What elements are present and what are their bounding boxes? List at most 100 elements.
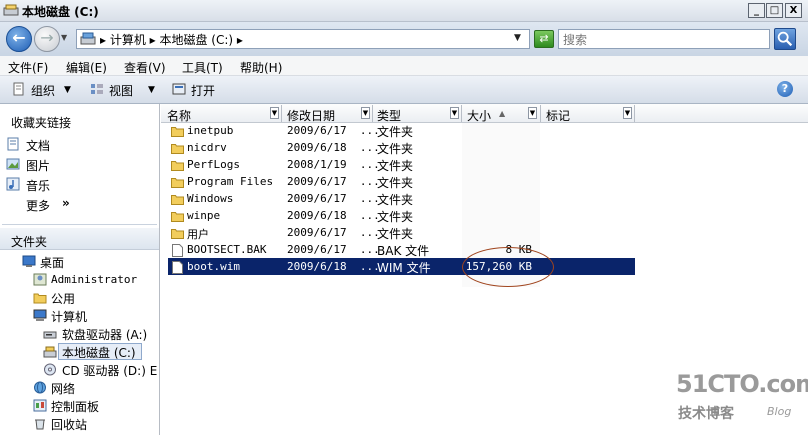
- chevron-down-icon[interactable]: ▼: [61, 33, 67, 42]
- file-name[interactable]: 用户: [187, 226, 209, 242]
- file-name[interactable]: PerfLogs: [187, 158, 240, 171]
- column-tags[interactable]: 标记: [546, 107, 570, 124]
- file-type: 文件夹: [377, 125, 414, 139]
- favorite-music[interactable]: 音乐: [26, 177, 50, 194]
- tree-network[interactable]: 网络: [51, 380, 75, 397]
- recycle-bin-icon: [35, 419, 45, 430]
- watermark-logo: 51CTO.com: [676, 370, 808, 398]
- file-name[interactable]: BOOTSECT.BAK: [187, 243, 266, 256]
- file-type: WIM 文件: [377, 261, 431, 275]
- column-separator[interactable]: [540, 105, 541, 122]
- organize-dropdown-icon[interactable]: ▼: [64, 85, 71, 95]
- close-button[interactable]: X: [785, 3, 802, 18]
- help-button[interactable]: ?: [777, 81, 793, 97]
- local-disk-icon: [43, 346, 57, 358]
- column-name-filter-icon[interactable]: ▼: [270, 107, 279, 119]
- menu-help[interactable]: 帮助(H): [240, 59, 282, 76]
- back-button[interactable]: ←: [6, 26, 32, 52]
- favorite-documents[interactable]: 文档: [26, 137, 50, 154]
- tree-cd-drive[interactable]: CD 驱动器 (D:) E: [62, 362, 157, 379]
- watermark-blog: Blog: [767, 405, 792, 418]
- computer-icon: [33, 309, 47, 321]
- column-separator[interactable]: [281, 105, 282, 122]
- tree-local-disk-c[interactable]: 本地磁盘 (C:): [62, 344, 136, 361]
- file-date: 2009/6/17 ...: [287, 175, 380, 188]
- column-tags-filter-icon[interactable]: ▼: [623, 107, 632, 119]
- column-size[interactable]: 大小: [467, 107, 491, 124]
- file-name[interactable]: Program Files: [187, 175, 273, 188]
- navigation-pane: [0, 104, 160, 435]
- organize-icon: [13, 82, 24, 96]
- column-separator[interactable]: [634, 105, 635, 122]
- floppy-drive-icon: [43, 331, 57, 339]
- window-title: 本地磁盘 (C:): [22, 5, 99, 19]
- sort-ascending-icon: ▲: [499, 109, 506, 118]
- menu-view[interactable]: 查看(V): [124, 59, 166, 76]
- file-name[interactable]: Windows: [187, 192, 233, 205]
- tree-desktop[interactable]: 桌面: [40, 254, 64, 271]
- documents-icon: [7, 137, 19, 151]
- address-path[interactable]: ▸ 计算机 ▸ 本地磁盘 (C:) ▸: [100, 31, 243, 48]
- column-separator[interactable]: [461, 105, 462, 122]
- music-icon: [6, 177, 20, 191]
- open-icon: [172, 83, 186, 95]
- column-name[interactable]: 名称: [167, 107, 191, 124]
- column-type-filter-icon[interactable]: ▼: [450, 107, 459, 119]
- file-icon: [172, 261, 183, 274]
- pane-divider: [2, 224, 157, 225]
- menu-tools[interactable]: 工具(T): [182, 59, 223, 76]
- maximize-button[interactable]: □: [766, 3, 783, 18]
- file-date: 2009/6/17 ...: [287, 124, 380, 137]
- column-date-filter-icon[interactable]: ▼: [361, 107, 370, 119]
- more-chevron-icon[interactable]: »: [62, 196, 70, 210]
- forward-button[interactable]: →: [34, 26, 60, 52]
- file-date: 2009/6/17 ...: [287, 243, 380, 256]
- minimize-button[interactable]: _: [748, 3, 765, 18]
- folder-icon: [171, 195, 184, 205]
- views-dropdown-icon[interactable]: ▼: [148, 85, 155, 95]
- file-type: 文件夹: [377, 227, 414, 241]
- file-name[interactable]: winpe: [187, 209, 220, 222]
- tree-control-panel[interactable]: 控制面板: [51, 398, 99, 415]
- drive-icon: [80, 32, 96, 45]
- menu-file[interactable]: 文件(F): [8, 59, 48, 76]
- tree-public[interactable]: 公用: [51, 290, 75, 307]
- column-size-filter-icon[interactable]: ▼: [528, 107, 537, 119]
- tree-recycle-bin[interactable]: 回收站: [51, 416, 87, 433]
- search-icon[interactable]: [774, 28, 796, 50]
- file-name[interactable]: inetpub: [187, 124, 233, 137]
- file-type: BAK 文件: [377, 244, 430, 258]
- tree-administrator[interactable]: Administrator: [51, 273, 137, 286]
- file-date: 2009/6/17 ...: [287, 192, 380, 205]
- file-name[interactable]: nicdrv: [187, 141, 227, 154]
- organize-button[interactable]: 组织: [31, 82, 55, 99]
- file-date: 2009/6/17 ...: [287, 226, 380, 239]
- column-separator[interactable]: [372, 105, 373, 122]
- menu-bar: [0, 56, 808, 76]
- search-placeholder[interactable]: 搜索: [563, 31, 587, 48]
- favorite-more[interactable]: 更多: [26, 197, 50, 214]
- refresh-button[interactable]: ⇄: [534, 30, 554, 48]
- control-panel-icon: [33, 399, 47, 412]
- column-date-modified[interactable]: 修改日期: [287, 107, 335, 124]
- menu-edit[interactable]: 编辑(E): [66, 59, 107, 76]
- desktop-icon: [22, 255, 36, 267]
- file-type: 文件夹: [377, 159, 414, 173]
- title-bar: [0, 0, 808, 22]
- cd-drive-icon: [44, 363, 56, 376]
- folders-label[interactable]: 文件夹: [11, 233, 47, 250]
- views-button[interactable]: 视图: [109, 82, 133, 99]
- open-button[interactable]: 打开: [191, 82, 215, 99]
- folder-icon: [33, 293, 47, 304]
- drive-icon: [3, 4, 19, 16]
- file-type: 文件夹: [377, 210, 414, 224]
- file-date: 2009/6/18 ...: [287, 209, 380, 222]
- search-input[interactable]: [558, 29, 770, 49]
- tree-computer[interactable]: 计算机: [51, 308, 87, 325]
- favorite-pictures[interactable]: 图片: [26, 157, 50, 174]
- file-name[interactable]: boot.wim: [187, 260, 240, 273]
- address-dropdown-icon[interactable]: ▼: [514, 33, 521, 43]
- file-type: 文件夹: [377, 176, 414, 190]
- column-type[interactable]: 类型: [377, 107, 401, 124]
- tree-floppy-drive[interactable]: 软盘驱动器 (A:): [62, 326, 147, 343]
